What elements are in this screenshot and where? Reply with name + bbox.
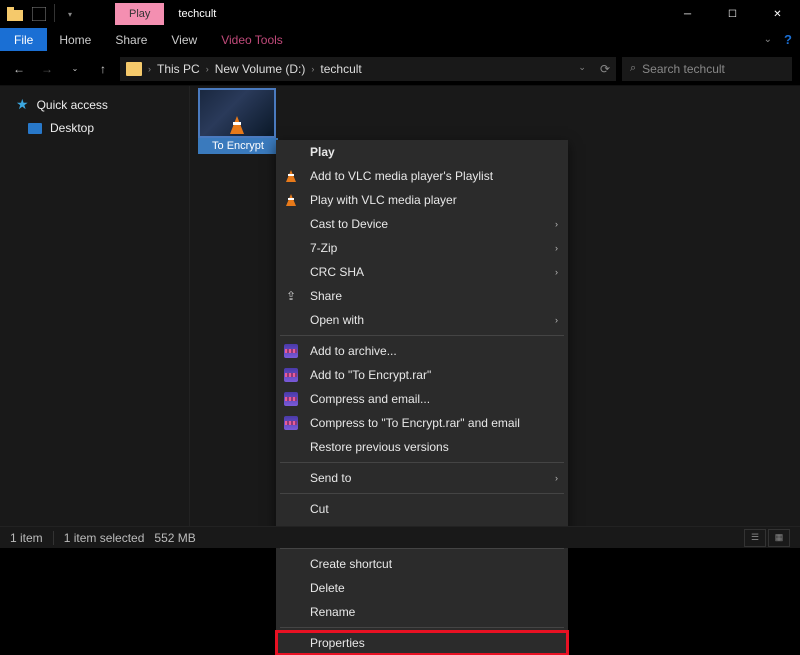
contextual-tab-play[interactable]: Play — [115, 3, 164, 25]
ctx-compress-email[interactable]: Compress and email... — [276, 387, 568, 411]
file-thumbnail — [198, 88, 276, 138]
vlc-icon — [230, 116, 244, 134]
sidebar-item-label: Desktop — [50, 121, 94, 135]
ctx-7zip[interactable]: 7-Zip› — [276, 236, 568, 260]
winrar-icon — [284, 416, 298, 430]
winrar-icon — [284, 392, 298, 406]
search-input[interactable]: ⌕ Search techcult — [622, 57, 792, 81]
chevron-right-icon: › — [555, 267, 558, 277]
status-selected: 1 item selected — [64, 531, 145, 545]
chevron-right-icon: › — [555, 473, 558, 483]
ctx-send-to[interactable]: Send to› — [276, 466, 568, 490]
separator — [280, 462, 564, 463]
ctx-crc[interactable]: CRC SHA› — [276, 260, 568, 284]
divider — [54, 4, 55, 22]
ctx-add-playlist[interactable]: Add to VLC media player's Playlist — [276, 164, 568, 188]
address-bar[interactable]: › This PC › New Volume (D:) › techcult ⌄… — [120, 57, 616, 81]
ctx-properties[interactable]: Properties — [276, 631, 568, 655]
qa-dropdown-icon[interactable]: ▾ — [59, 4, 81, 24]
status-bar: 1 item 1 item selected 552 MB ☰ ▦ — [0, 526, 800, 548]
chevron-right-icon: › — [206, 64, 209, 74]
winrar-icon — [284, 344, 298, 358]
ribbon-collapse-icon[interactable]: ⌄ — [764, 34, 772, 45]
separator — [280, 548, 564, 549]
ctx-create-shortcut[interactable]: Create shortcut — [276, 552, 568, 576]
chevron-right-icon: › — [311, 64, 314, 74]
back-button[interactable]: ← — [8, 58, 30, 80]
breadcrumb-this-pc[interactable]: This PC — [157, 62, 200, 76]
ctx-cast[interactable]: Cast to Device› — [276, 212, 568, 236]
context-menu: Play Add to VLC media player's Playlist … — [276, 140, 568, 655]
ctx-add-rar[interactable]: Add to "To Encrypt.rar" — [276, 363, 568, 387]
tab-video-tools[interactable]: Video Tools — [209, 28, 295, 51]
properties-qa-icon[interactable] — [28, 4, 50, 24]
breadcrumb-folder[interactable]: techcult — [320, 62, 361, 76]
folder-icon — [126, 62, 142, 76]
ctx-add-archive[interactable]: Add to archive... — [276, 339, 568, 363]
recent-locations-icon[interactable]: ⌄ — [64, 58, 86, 80]
sidebar-desktop[interactable]: Desktop — [0, 117, 189, 139]
separator — [280, 627, 564, 628]
winrar-icon — [284, 368, 298, 382]
status-item-count: 1 item — [10, 531, 43, 545]
thumbnails-view-button[interactable]: ▦ — [768, 529, 790, 547]
desktop-icon — [28, 123, 42, 134]
folder-icon[interactable] — [4, 4, 26, 24]
chevron-right-icon: › — [148, 64, 151, 74]
ctx-cut[interactable]: Cut — [276, 497, 568, 521]
search-placeholder: Search techcult — [642, 62, 725, 76]
navigation-row: ← → ⌄ ↑ › This PC › New Volume (D:) › te… — [0, 52, 800, 86]
search-icon: ⌕ — [630, 62, 636, 75]
breadcrumb-volume[interactable]: New Volume (D:) — [215, 62, 306, 76]
star-icon: ★ — [16, 96, 29, 113]
ctx-share[interactable]: ⇪Share — [276, 284, 568, 308]
chevron-right-icon: › — [555, 243, 558, 253]
ctx-restore[interactable]: Restore previous versions — [276, 435, 568, 459]
forward-button[interactable]: → — [36, 58, 58, 80]
chevron-right-icon: › — [555, 315, 558, 325]
ctx-play[interactable]: Play — [276, 140, 568, 164]
ctx-compress-rar-email[interactable]: Compress to "To Encrypt.rar" and email — [276, 411, 568, 435]
sidebar-item-label: Quick access — [37, 98, 108, 112]
tab-view[interactable]: View — [159, 28, 209, 51]
separator — [280, 493, 564, 494]
ctx-rename[interactable]: Rename — [276, 600, 568, 624]
maximize-button[interactable]: ☐ — [710, 0, 755, 28]
share-icon: ⇪ — [286, 289, 296, 303]
ctx-open-with[interactable]: Open with› — [276, 308, 568, 332]
vlc-icon — [286, 194, 296, 206]
window-controls: ─ ☐ ✕ — [665, 0, 800, 28]
file-name: To Encrypt — [198, 138, 278, 154]
ctx-play-vlc[interactable]: Play with VLC media player — [276, 188, 568, 212]
vlc-icon — [286, 170, 296, 182]
refresh-icon[interactable]: ⟳ — [600, 62, 610, 76]
sidebar-quick-access[interactable]: ★ Quick access — [0, 92, 189, 117]
quick-access-toolbar: ▾ — [0, 2, 85, 26]
details-view-button[interactable]: ☰ — [744, 529, 766, 547]
tab-home[interactable]: Home — [47, 28, 103, 51]
divider — [53, 531, 54, 545]
address-dropdown-icon[interactable]: ⌄ — [578, 62, 586, 76]
chevron-right-icon: › — [555, 219, 558, 229]
help-icon[interactable]: ? — [784, 32, 792, 47]
up-button[interactable]: ↑ — [92, 58, 114, 80]
file-menu[interactable]: File — [0, 28, 47, 51]
close-button[interactable]: ✕ — [755, 0, 800, 28]
title-bar: ▾ Play techcult ─ ☐ ✕ — [0, 0, 800, 28]
separator — [280, 335, 564, 336]
ribbon-tabs: File Home Share View Video Tools ⌄ ? — [0, 28, 800, 52]
tab-share[interactable]: Share — [103, 28, 159, 51]
window-title: techcult — [178, 8, 216, 20]
file-item[interactable]: To Encrypt — [198, 88, 278, 154]
ctx-delete[interactable]: Delete — [276, 576, 568, 600]
minimize-button[interactable]: ─ — [665, 0, 710, 28]
navigation-pane: ★ Quick access Desktop — [0, 86, 190, 526]
status-size: 552 MB — [154, 531, 195, 545]
